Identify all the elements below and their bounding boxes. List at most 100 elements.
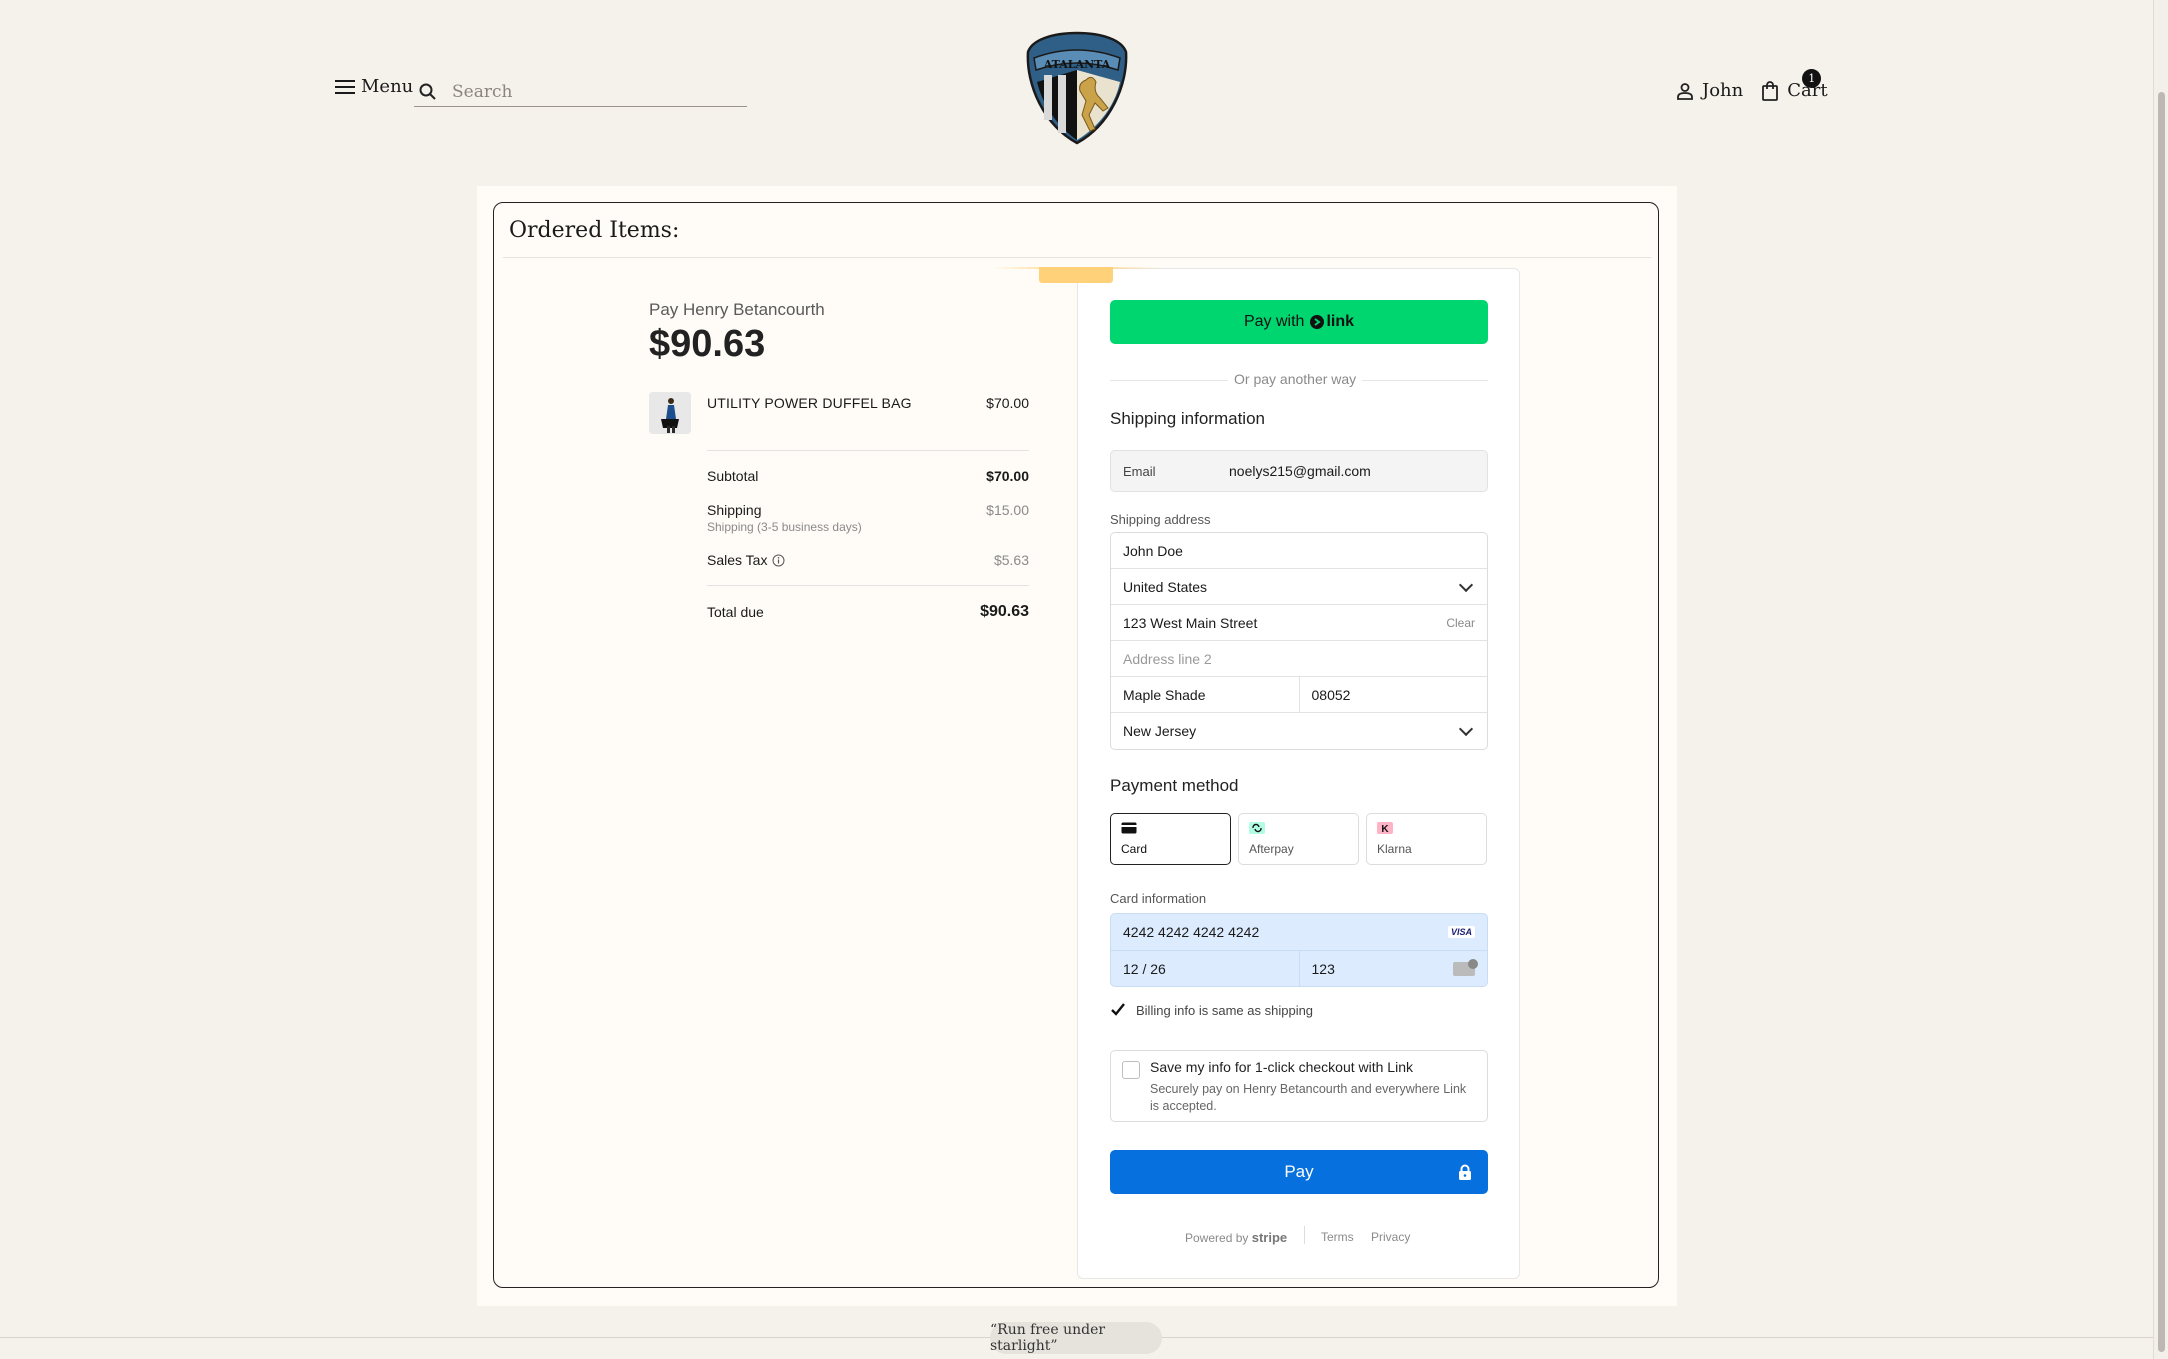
klarna-icon: K	[1377, 822, 1393, 835]
search-input[interactable]	[450, 81, 734, 103]
shipping-sublabel: Shipping (3-5 business days)	[707, 520, 862, 534]
svg-text:K: K	[1381, 824, 1389, 834]
method-label-card: Card	[1121, 842, 1148, 856]
info-icon[interactable]	[772, 554, 785, 567]
save-info-description: Securely pay on Henry Betancourth and ev…	[1150, 1082, 1467, 1113]
product-price: $70.00	[986, 395, 1029, 411]
shipping-info-title: Shipping information	[1110, 409, 1265, 428]
account-link[interactable]: John	[1676, 80, 1743, 101]
credit-card-icon	[1121, 822, 1137, 834]
atalanta-logo[interactable]: ATALANTA	[1024, 30, 1130, 146]
shipping-row: Shipping Shipping (3-5 business days) $1…	[707, 502, 1029, 534]
name-value: John Doe	[1123, 542, 1183, 559]
test-mode-badge	[1039, 267, 1113, 283]
zip-field[interactable]: 08052	[1298, 677, 1488, 712]
cart-link[interactable]: Cart 1	[1761, 69, 1828, 101]
hamburger-icon	[335, 79, 355, 94]
country-value: United States	[1123, 578, 1208, 595]
powered-by-label: Powered by	[1185, 1231, 1249, 1245]
frame-title: Ordered Items:	[509, 218, 680, 243]
cvc-field[interactable]: 123	[1298, 951, 1488, 987]
city-field[interactable]: Maple Shade	[1111, 677, 1299, 712]
state-select[interactable]: New Jersey	[1111, 713, 1487, 749]
email-field[interactable]: Email noelys215@gmail.com	[1110, 450, 1488, 492]
address-line2-field[interactable]: Address line 2	[1111, 641, 1487, 677]
tax-row: Sales Tax $5.63	[707, 552, 1029, 568]
address-line2-placeholder: Address line 2	[1123, 650, 1212, 667]
shipping-address-label: Shipping address	[1110, 512, 1211, 527]
payment-method-afterpay[interactable]: Afterpay	[1238, 813, 1359, 865]
visa-icon: VISA	[1447, 926, 1475, 938]
powered-by: Powered by stripe	[1185, 1230, 1287, 1245]
total-amount: $90.63	[649, 323, 766, 365]
tax-label: Sales Tax	[707, 552, 768, 568]
subtotal-label: Subtotal	[707, 468, 759, 484]
scrollbar-thumb[interactable]	[2158, 92, 2165, 1352]
save-info-title: Save my info for 1-click checkout with L…	[1150, 1059, 1413, 1075]
privacy-link[interactable]: Privacy	[1371, 1230, 1410, 1244]
divider	[503, 257, 1651, 258]
state-value: New Jersey	[1123, 723, 1197, 739]
menu-label: Menu	[361, 76, 414, 97]
billing-same-checkbox[interactable]: Billing info is same as shipping	[1110, 1002, 1313, 1018]
payment-method-card[interactable]: Card	[1110, 813, 1231, 865]
shipping-label: Shipping	[707, 502, 762, 518]
country-select[interactable]: United States	[1111, 569, 1487, 605]
clear-button[interactable]: Clear	[1446, 616, 1475, 630]
link-logo-icon	[1310, 315, 1325, 329]
method-label-klarna: Klarna	[1377, 842, 1412, 856]
product-thumbnail	[649, 392, 691, 434]
shipping-value: $15.00	[986, 502, 1029, 518]
menu-button[interactable]: Menu	[335, 76, 413, 97]
email-value: noelys215@gmail.com	[1229, 463, 1371, 479]
total-label: Total due	[707, 604, 764, 620]
expiry-field[interactable]: 12 / 26	[1111, 951, 1299, 987]
card-number-field[interactable]: 4242 4242 4242 4242 VISA	[1111, 914, 1487, 951]
card-number-value: 4242 4242 4242 4242	[1123, 924, 1260, 940]
address-line1-field[interactable]: 123 West Main Street Clear	[1111, 605, 1487, 641]
pay-with-link-button[interactable]: Pay with link	[1110, 300, 1488, 344]
payment-method-klarna[interactable]: K Klarna	[1366, 813, 1487, 865]
lock-icon	[1459, 1164, 1471, 1180]
address-line1-value: 123 West Main Street	[1123, 614, 1258, 631]
address-form: John Doe United States 123 West Main Str…	[1110, 532, 1488, 750]
payment-method-title: Payment method	[1110, 776, 1239, 795]
email-label: Email	[1123, 463, 1156, 479]
product-name: UTILITY POWER DUFFEL BAG	[707, 395, 912, 411]
total-row: Total due $90.63	[707, 603, 1029, 621]
subtotal-value: $70.00	[986, 468, 1029, 484]
footer-quote: “Run free under starlight”	[990, 1322, 1162, 1354]
divider	[1304, 1226, 1305, 1244]
terms-link[interactable]: Terms	[1321, 1230, 1354, 1244]
shopping-bag-icon	[1762, 80, 1779, 101]
chevron-down-icon	[1458, 721, 1474, 737]
method-label-afterpay: Afterpay	[1249, 842, 1294, 856]
city-zip-row: Maple Shade 08052	[1111, 677, 1487, 713]
user-name: John	[1702, 80, 1744, 101]
expiry-value: 12 / 26	[1123, 961, 1166, 977]
user-icon	[1677, 82, 1693, 100]
link-brand: link	[1326, 313, 1355, 330]
afterpay-icon	[1249, 822, 1265, 834]
name-field[interactable]: John Doe	[1111, 533, 1487, 569]
save-info-option[interactable]: Save my info for 1-click checkout with L…	[1110, 1050, 1488, 1122]
card-info-label: Card information	[1110, 891, 1207, 906]
logo-text: ATALANTA	[1043, 58, 1111, 71]
card-info-field: 4242 4242 4242 4242 VISA 12 / 26 123	[1110, 913, 1488, 987]
zip-value: 08052	[1311, 686, 1351, 703]
divider	[707, 450, 1029, 451]
save-info-checkbox[interactable]	[1122, 1061, 1140, 1079]
stripe-logo: stripe	[1251, 1230, 1288, 1245]
pay-button-label: Pay	[1284, 1162, 1314, 1181]
search-icon	[419, 83, 436, 100]
billing-same-label: Billing info is same as shipping	[1136, 1002, 1314, 1018]
pay-button[interactable]: Pay	[1110, 1150, 1488, 1194]
subtotal-row: Subtotal $70.00	[707, 468, 1029, 484]
scrollbar[interactable]	[2153, 0, 2168, 1359]
city-value: Maple Shade	[1123, 686, 1206, 703]
divider	[707, 585, 1029, 586]
search-bar[interactable]	[414, 78, 747, 107]
or-pay-another-way: Or pay another way	[1228, 371, 1363, 387]
merchant-name: Pay Henry Betancourth	[649, 300, 825, 319]
cvc-card-icon	[1453, 959, 1478, 976]
